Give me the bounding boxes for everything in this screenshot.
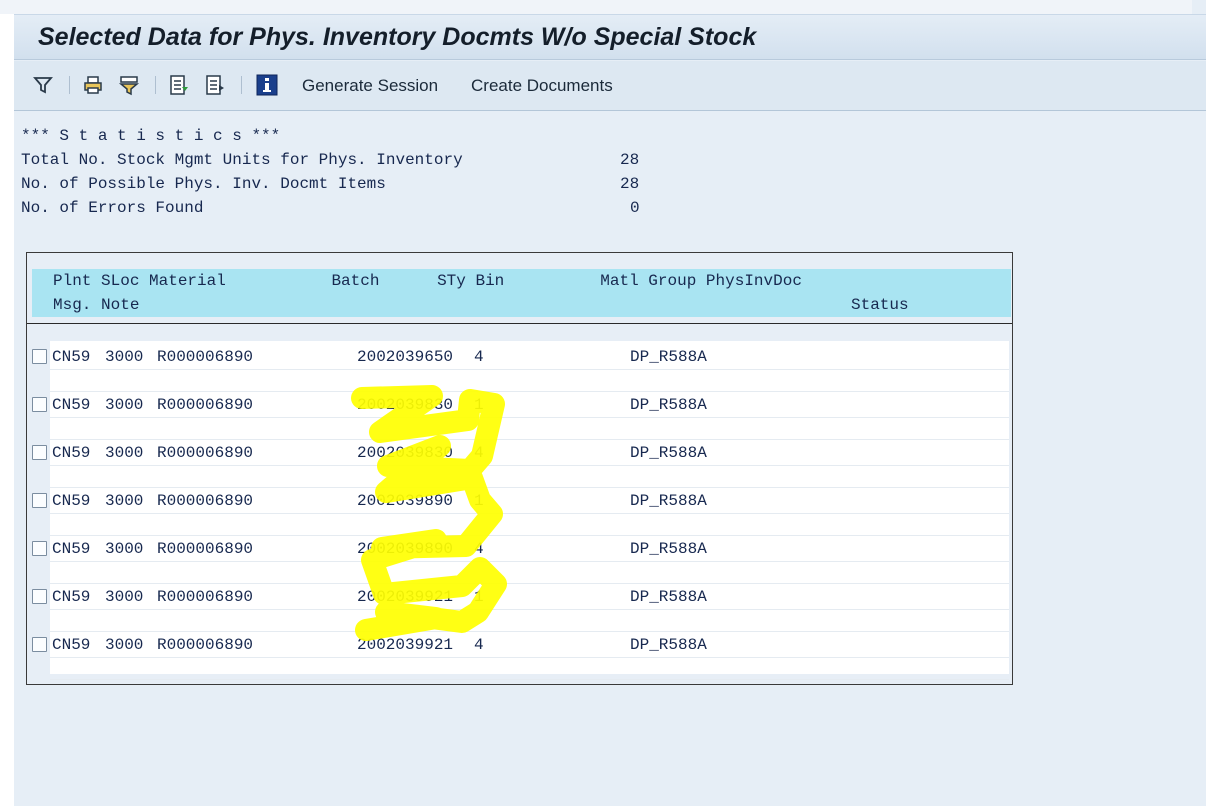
cell-batch: 2002039890 [357, 540, 454, 558]
stat-value-possible-items: 28 [620, 175, 640, 193]
cell-sloc: 3000 [105, 492, 144, 510]
cell-plant: CN59 [52, 636, 91, 654]
cell-material: R000006890 [157, 444, 254, 462]
row-divider [50, 391, 1009, 392]
row-select-checkbox[interactable] [32, 637, 47, 652]
print-icon[interactable] [82, 74, 104, 96]
print-filter-icon[interactable] [118, 74, 140, 96]
cell-matl-group: DP_R588A [630, 396, 707, 414]
cell-plant: CN59 [52, 444, 91, 462]
toolbar-separator [69, 76, 70, 94]
info-icon[interactable] [256, 74, 278, 96]
cell-batch: 2002039890 [357, 492, 454, 510]
row-divider [50, 417, 1009, 418]
stat-label-possible-items: No. of Possible Phys. Inv. Docmt Items [21, 175, 386, 193]
cell-sloc: 3000 [105, 444, 144, 462]
cell-material: R000006890 [157, 348, 254, 366]
cell-stock-type: 1 [474, 492, 484, 510]
cell-stock-type: 4 [474, 348, 484, 366]
cell-plant: CN59 [52, 396, 91, 414]
stat-label-total-units: Total No. Stock Mgmt Units for Phys. Inv… [21, 151, 463, 169]
cell-matl-group: DP_R588A [630, 444, 707, 462]
create-documents-button[interactable]: Create Documents [471, 76, 613, 96]
cell-sloc: 3000 [105, 396, 144, 414]
cell-stock-type: 4 [474, 444, 484, 462]
cell-sloc: 3000 [105, 540, 144, 558]
cell-material: R000006890 [157, 588, 254, 606]
row-divider [50, 657, 1009, 658]
table-header-status: Status [851, 296, 909, 314]
row-divider [50, 535, 1009, 536]
row-divider [50, 439, 1009, 440]
row-divider [50, 561, 1009, 562]
row-select-checkbox[interactable] [32, 397, 47, 412]
row-divider [50, 487, 1009, 488]
header-divider [27, 323, 1012, 324]
cell-batch: 2002039921 [357, 636, 454, 654]
cell-matl-group: DP_R588A [630, 348, 707, 366]
cell-material: R000006890 [157, 396, 254, 414]
row-divider [50, 631, 1009, 632]
application-toolbar: Generate Session Create Documents [14, 61, 1206, 111]
results-table: Plnt SLoc Material Batch STy Bin Matl Gr… [26, 252, 1013, 685]
cell-stock-type: 4 [474, 636, 484, 654]
table-header-columns: Plnt SLoc Material Batch STy Bin Matl Gr… [53, 272, 802, 290]
cell-matl-group: DP_R588A [630, 492, 707, 510]
row-divider [50, 679, 1009, 680]
cell-material: R000006890 [157, 492, 254, 510]
cell-sloc: 3000 [105, 636, 144, 654]
page-title: Selected Data for Phys. Inventory Docmts… [38, 23, 757, 51]
export-icon[interactable] [168, 74, 190, 96]
cell-matl-group: DP_R588A [630, 540, 707, 558]
cell-material: R000006890 [157, 540, 254, 558]
title-bar: Selected Data for Phys. Inventory Docmts… [14, 14, 1206, 60]
row-divider [50, 513, 1009, 514]
cell-batch: 2002039830 [357, 444, 454, 462]
row-select-checkbox[interactable] [32, 541, 47, 556]
stat-value-total-units: 28 [620, 151, 640, 169]
generate-session-button[interactable]: Generate Session [302, 76, 438, 96]
top-strip [0, 0, 1192, 14]
row-divider [50, 583, 1009, 584]
cell-stock-type: 1 [474, 396, 484, 414]
row-select-checkbox[interactable] [32, 349, 47, 364]
filter-icon[interactable] [32, 74, 54, 96]
statistics-heading: *** S t a t i s t i c s *** [21, 127, 281, 145]
cell-material: R000006890 [157, 636, 254, 654]
row-divider [50, 609, 1009, 610]
cell-plant: CN59 [52, 348, 91, 366]
toolbar-separator [155, 76, 156, 94]
row-select-checkbox[interactable] [32, 589, 47, 604]
stat-value-errors: 0 [630, 199, 640, 217]
table-header-msg-note: Msg. Note [53, 296, 140, 314]
cell-stock-type: 4 [474, 540, 484, 558]
cell-matl-group: DP_R588A [630, 636, 707, 654]
cell-sloc: 3000 [105, 588, 144, 606]
row-divider [50, 369, 1009, 370]
cell-stock-type: 1 [474, 588, 484, 606]
row-select-checkbox[interactable] [32, 493, 47, 508]
row-divider [50, 465, 1009, 466]
toolbar-separator [241, 76, 242, 94]
export-local-icon[interactable] [204, 74, 226, 96]
cell-sloc: 3000 [105, 348, 144, 366]
cell-plant: CN59 [52, 588, 91, 606]
cell-plant: CN59 [52, 540, 91, 558]
cell-matl-group: DP_R588A [630, 588, 707, 606]
cell-batch: 2002039830 [357, 396, 454, 414]
cell-plant: CN59 [52, 492, 91, 510]
row-select-checkbox[interactable] [32, 445, 47, 460]
cell-batch: 2002039921 [357, 588, 454, 606]
stat-label-errors: No. of Errors Found [21, 199, 204, 217]
cell-batch: 2002039650 [357, 348, 454, 366]
